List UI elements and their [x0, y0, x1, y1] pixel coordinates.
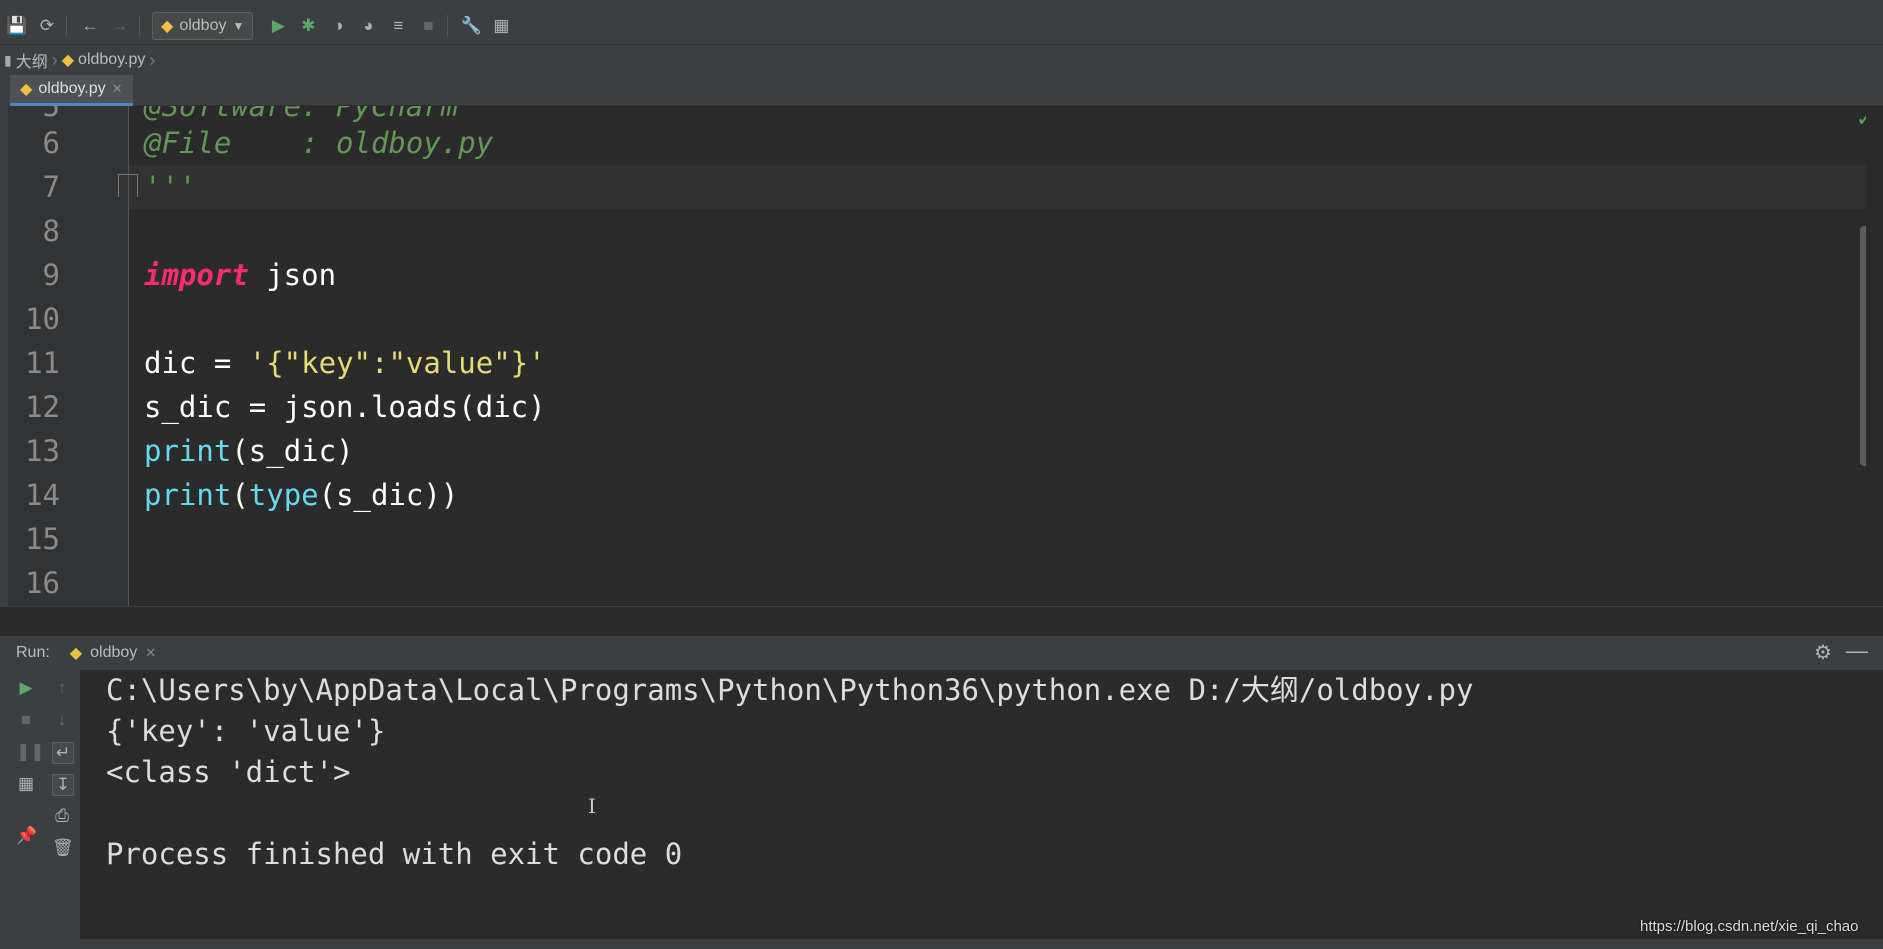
- line-number: 15: [25, 522, 60, 556]
- main-toolbar: 💾 ⟳ ← → ◆ oldboy ▼ ▶ ✱ ◑ ◕ ≡ ■ 🔧 ▦: [0, 8, 1883, 44]
- string-token: '{"key":"value"}': [248, 346, 546, 380]
- line-number: 13: [25, 434, 60, 468]
- code-line: ''': [144, 170, 197, 204]
- print-icon[interactable]: ⎙: [52, 806, 72, 826]
- scroll-to-end-icon[interactable]: ↧: [52, 774, 74, 796]
- line-number: 14: [25, 478, 60, 512]
- console-line: C:\Users\by\AppData\Local\Programs\Pytho…: [106, 673, 1474, 707]
- back-icon[interactable]: ←: [77, 13, 103, 39]
- save-icon[interactable]: 💾: [4, 13, 30, 39]
- fold-marker-icon[interactable]: [118, 174, 138, 197]
- structure-icon[interactable]: ▦: [488, 13, 514, 39]
- wrench-icon[interactable]: 🔧: [458, 13, 484, 39]
- line-number: 7: [42, 170, 60, 204]
- console-line: Process finished with exit code 0: [106, 837, 683, 871]
- line-number: 8: [42, 214, 60, 248]
- debug-icon[interactable]: ✱: [295, 13, 321, 39]
- line-number: 12: [25, 390, 60, 424]
- left-tool-strip: [0, 75, 8, 939]
- run-config-label: oldboy: [179, 17, 227, 34]
- line-number: 9: [42, 258, 60, 292]
- chevron-down-icon: ▼: [232, 19, 245, 33]
- python-icon: ◆: [69, 645, 83, 662]
- code-line: import json: [144, 253, 336, 297]
- code-editor[interactable]: 5 6 7 8 9 10 11 12 13 14 15 16 @Software…: [8, 106, 1866, 606]
- toolbar-divider: [66, 15, 67, 37]
- tab-oldboy-py[interactable]: ◆ oldboy.py ✕: [10, 75, 133, 106]
- tab-label: oldboy.py: [38, 80, 106, 97]
- line-number-gutter: 5 6 7 8 9 10 11 12 13 14 15 16: [8, 106, 129, 606]
- code-line: @File : oldboy.py: [144, 126, 494, 160]
- scroll-up-icon[interactable]: ↑: [52, 678, 72, 698]
- line-number: 11: [25, 346, 60, 380]
- pin-icon[interactable]: 📌: [16, 826, 37, 846]
- minimize-icon[interactable]: —: [1846, 638, 1868, 664]
- builtin-token: print: [144, 478, 232, 512]
- text-cursor-icon: I: [588, 794, 596, 818]
- toolbar-divider: [447, 15, 449, 37]
- python-file-icon: ◆: [61, 52, 75, 69]
- folder-icon: ▮: [4, 51, 12, 68]
- code-line: s_dic = json.loads(dic): [144, 390, 546, 424]
- run-panel-title: Run:: [16, 644, 50, 661]
- coverage-icon[interactable]: ◑: [325, 13, 351, 39]
- code-token: (s_dic): [231, 434, 354, 468]
- pause-icon[interactable]: ❚❚: [16, 742, 45, 762]
- stop-icon[interactable]: ■: [16, 710, 36, 730]
- python-file-icon: ◆: [20, 81, 33, 98]
- run-config-dropdown[interactable]: ◆ oldboy ▼: [152, 12, 254, 40]
- rerun-icon[interactable]: ▶: [16, 678, 36, 698]
- scroll-down-icon[interactable]: ↓: [52, 710, 72, 730]
- current-line-highlight: [129, 165, 1866, 209]
- console-line: {'key': 'value'}: [106, 714, 386, 748]
- python-icon: ◆: [161, 18, 174, 35]
- toolbar-divider: [139, 15, 140, 37]
- run-tab-oldboy[interactable]: ◆ oldboy ✕: [70, 643, 156, 663]
- breadcrumb: ▮ 大纲 › ◆ oldboy.py ›: [0, 44, 1883, 75]
- line-number: 6: [42, 126, 60, 160]
- trash-icon[interactable]: 🗑: [52, 838, 74, 858]
- soft-wrap-icon[interactable]: ↵: [52, 742, 74, 764]
- code-token: (: [231, 478, 249, 512]
- chevron-right-icon: ›: [149, 49, 156, 70]
- run-toolbar-secondary: ↑ ↓ ↵ ↧ ⎙ 🗑: [44, 670, 81, 939]
- concurrency-icon[interactable]: ≡: [385, 13, 411, 39]
- code-line: print(s_dic): [144, 429, 354, 473]
- breadcrumb-folder[interactable]: ▮ 大纲: [0, 48, 52, 72]
- status-bar: [0, 939, 1883, 949]
- keyword-token: import: [144, 258, 249, 292]
- inspection-ok-icon: ✓: [1856, 106, 1866, 131]
- gear-icon[interactable]: ⚙: [1814, 640, 1832, 665]
- builtin-token: print: [144, 434, 232, 468]
- code-token: (s_dic)): [318, 478, 459, 512]
- run-tab-label: oldboy: [90, 644, 138, 661]
- builtin-token: type: [248, 478, 319, 512]
- profile-icon[interactable]: ◕: [355, 13, 381, 39]
- stop-icon[interactable]: ■: [415, 13, 441, 39]
- editor-tab-bar: ◆ oldboy.py ✕: [0, 75, 1883, 106]
- code-token: dic =: [144, 346, 249, 380]
- close-icon[interactable]: ✕: [112, 81, 123, 97]
- run-toolbar-primary: ▶ ■ ❚❚ ▦ 📌: [8, 670, 45, 939]
- run-icon[interactable]: ▶: [265, 13, 291, 39]
- code-token: json: [248, 258, 337, 292]
- breadcrumb-file[interactable]: ◆ oldboy.py: [58, 50, 150, 70]
- close-icon[interactable]: ✕: [145, 645, 156, 661]
- line-number: 16: [25, 566, 60, 600]
- editor-scrollbar[interactable]: [1860, 226, 1866, 466]
- run-panel-header: Run: ◆ oldboy ✕ ⚙ —: [0, 636, 1883, 670]
- breadcrumb-folder-label: 大纲: [15, 54, 48, 71]
- panel-splitter[interactable]: [0, 606, 1883, 637]
- breadcrumb-file-label: oldboy.py: [78, 51, 146, 68]
- sync-icon[interactable]: ⟳: [34, 13, 60, 39]
- code-line: print(type(s_dic)): [144, 473, 458, 517]
- run-console[interactable]: C:\Users\by\AppData\Local\Programs\Pytho…: [80, 670, 1883, 939]
- watermark-url: https://blog.csdn.net/xie_qi_chao: [1640, 918, 1859, 935]
- line-number: 10: [25, 302, 60, 336]
- layout-icon[interactable]: ▦: [16, 774, 36, 794]
- console-line: <class 'dict'>: [106, 755, 351, 789]
- code-line: dic = '{"key":"value"}': [144, 341, 546, 385]
- forward-icon[interactable]: →: [107, 13, 133, 39]
